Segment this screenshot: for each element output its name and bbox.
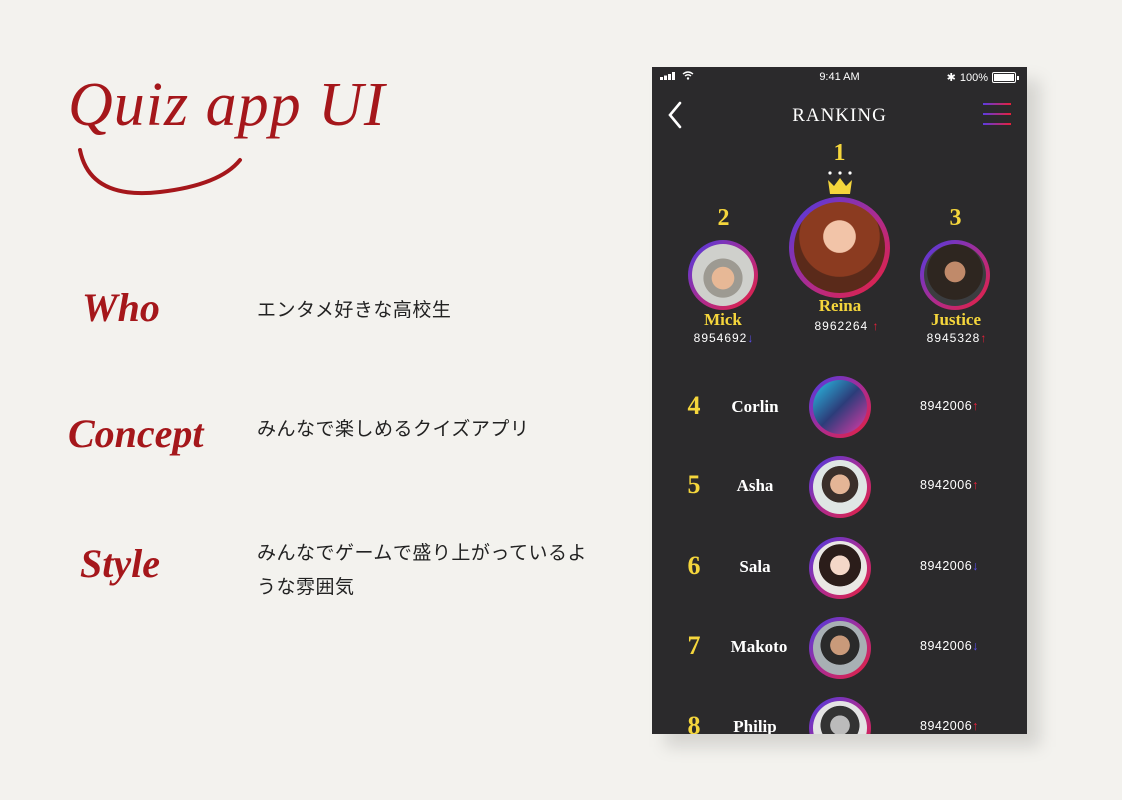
- trend-down-icon: ↓: [747, 331, 755, 345]
- trend-down-icon: ↓: [972, 559, 979, 573]
- row-rank: 7: [687, 631, 701, 660]
- concept-text: みんなで楽しめるクイズアプリ: [257, 419, 530, 440]
- ranking-row[interactable]: 5 Asha 8942006↑: [652, 452, 1027, 522]
- avatar-ring: [809, 617, 871, 679]
- trend-up-icon: ↑: [972, 399, 979, 413]
- score-value: 8942006: [920, 399, 973, 413]
- score-value: 8942006: [920, 478, 973, 492]
- avatar-photo: [813, 380, 867, 434]
- score-value: 8962264: [814, 319, 869, 333]
- ranking-row[interactable]: 7 Makoto 8942006↓: [652, 613, 1027, 683]
- podium-score-3: 8945328↑: [912, 331, 1002, 345]
- row-rank: 6: [687, 551, 701, 580]
- status-right: ✱ 100%: [947, 71, 1019, 84]
- wifi-icon: [682, 71, 694, 80]
- row-rank: 8: [687, 711, 701, 734]
- avatar-photo: [924, 244, 986, 306]
- podium-name-2: Mick: [704, 310, 742, 329]
- row-rank: 5: [687, 470, 701, 499]
- podium-name-1: Reina: [818, 296, 862, 315]
- avatar-ring-1[interactable]: [789, 197, 890, 298]
- podium-score-2: 8954692↓: [682, 331, 766, 345]
- title-swash-decoration: [78, 148, 242, 195]
- row-name: Sala: [739, 557, 771, 576]
- who-label: Who: [82, 285, 160, 330]
- score-value: 8942006: [920, 639, 973, 653]
- concept-label: Concept: [68, 411, 204, 456]
- trend-up-icon: ↑: [980, 331, 988, 345]
- avatar-photo: [692, 244, 754, 306]
- row-score: 8942006↑: [920, 478, 979, 492]
- menu-line-icon: [983, 123, 1011, 125]
- podium-rank-1: 1: [833, 140, 846, 166]
- score-value: 8954692: [693, 331, 748, 345]
- menu-button[interactable]: [983, 103, 1011, 125]
- status-left: [660, 71, 694, 80]
- trend-down-icon: ↓: [972, 639, 979, 653]
- score-value: 8942006: [920, 719, 973, 733]
- row-score: 8942006↑: [920, 719, 979, 733]
- crown-icon: [828, 171, 852, 194]
- avatar-ring: [809, 537, 871, 599]
- row-score: 8942006↓: [920, 559, 979, 573]
- style-label: Style: [80, 541, 160, 586]
- status-time: 9:41 AM: [819, 71, 860, 83]
- avatar-ring: [809, 697, 871, 734]
- avatar-photo: [813, 701, 867, 734]
- avatar-photo: [813, 621, 867, 675]
- avatar-ring: [809, 456, 871, 518]
- battery-percent: 100%: [959, 71, 988, 84]
- podium-score-1: 8962264 ↑: [792, 319, 902, 333]
- avatar-ring: [809, 376, 871, 438]
- avatar-ring-2[interactable]: [688, 240, 758, 310]
- row-name: Corlin: [731, 397, 779, 416]
- battery-icon: [992, 72, 1016, 83]
- ranking-row[interactable]: 6 Sala 8942006↓: [652, 533, 1027, 603]
- podium-rank-2: 2: [717, 205, 730, 231]
- bluetooth-icon: ✱: [946, 72, 956, 84]
- row-name: Makoto: [730, 637, 788, 656]
- score-value: 8945328: [926, 331, 981, 345]
- avatar-photo: [813, 460, 867, 514]
- podium-rank-3: 3: [949, 205, 962, 231]
- score-value: 8942006: [920, 559, 973, 573]
- phone-screen: 9:41 AM ✱ 100% RANKING 1 Reina 8962264 ↑…: [652, 67, 1027, 734]
- trend-up-icon: ↑: [972, 719, 979, 733]
- trend-up-icon: ↑: [872, 319, 880, 333]
- row-score: 8942006↑: [920, 399, 979, 413]
- who-text: エンタメ好きな高校生: [257, 300, 452, 321]
- avatar-ring-3[interactable]: [920, 240, 990, 310]
- row-score: 8942006↓: [920, 639, 979, 653]
- page-title: RANKING: [792, 105, 887, 126]
- row-name: Philip: [733, 717, 777, 734]
- battery-tip: [1017, 75, 1019, 80]
- ranking-row[interactable]: 4 Corlin 8942006↑: [652, 373, 1027, 443]
- row-rank: 4: [687, 391, 701, 420]
- signal-icon: [660, 71, 675, 80]
- menu-line-icon: [983, 113, 1011, 115]
- avatar-photo: [794, 202, 885, 293]
- ranking-row[interactable]: 8 Philip 8942006↑: [652, 693, 1027, 734]
- avatar-photo: [813, 541, 867, 595]
- style-text: みんなでゲームで盛り上がっているような雰囲気: [257, 543, 587, 598]
- trend-up-icon: ↑: [972, 478, 979, 492]
- row-name: Asha: [736, 476, 774, 495]
- status-bar: 9:41 AM ✱ 100%: [652, 67, 1027, 87]
- podium-name-3: Justice: [930, 310, 982, 329]
- menu-line-icon: [983, 103, 1011, 105]
